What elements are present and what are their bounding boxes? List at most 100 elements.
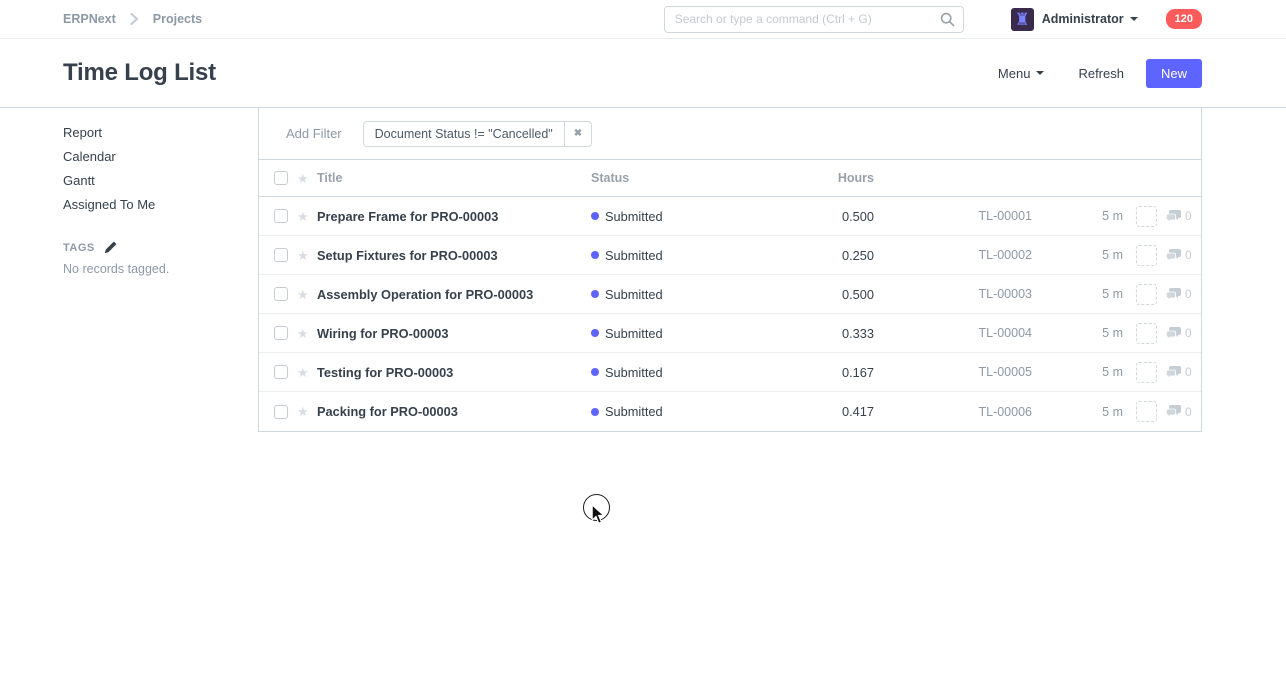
breadcrumb-projects[interactable]: Projects <box>153 12 202 26</box>
row-checkbox[interactable] <box>274 405 288 419</box>
column-header-hours: Hours <box>741 171 874 185</box>
pencil-icon[interactable] <box>104 241 117 254</box>
star-icon: ★ <box>297 172 311 185</box>
row-title[interactable]: Setup Fixtures for PRO-00003 <box>317 248 591 263</box>
page-actions: Menu Refresh New <box>998 59 1202 88</box>
star-icon[interactable]: ★ <box>297 210 311 223</box>
row-checkbox[interactable] <box>274 365 288 379</box>
comment-icon <box>1166 366 1181 379</box>
row-title[interactable]: Packing for PRO-00003 <box>317 404 591 419</box>
assign-placeholder <box>1136 362 1157 383</box>
new-button[interactable]: New <box>1146 59 1202 88</box>
status-dot-icon <box>591 212 599 220</box>
comment-icon <box>1166 327 1181 340</box>
filter-remove-icon[interactable]: ✖ <box>564 122 591 146</box>
row-modified: 5 m <box>1032 365 1123 379</box>
table-row[interactable]: ★ Prepare Frame for PRO-00003 Submitted … <box>259 197 1201 236</box>
row-title[interactable]: Prepare Frame for PRO-00003 <box>317 209 591 224</box>
status-dot-icon <box>591 290 599 298</box>
status-text: Submitted <box>605 248 663 263</box>
sidebar-items: Report Calendar Gantt Assigned To Me <box>63 122 233 215</box>
tags-label: TAGS <box>63 242 95 254</box>
row-status: Submitted <box>591 248 741 263</box>
comment-count-value: 0 <box>1185 365 1192 379</box>
comment-count: 0 <box>1166 405 1192 419</box>
row-id[interactable]: TL-00003 <box>874 287 1032 301</box>
row-id[interactable]: TL-00005 <box>874 365 1032 379</box>
row-checkbox[interactable] <box>274 287 288 301</box>
notification-badge[interactable]: 120 <box>1166 9 1202 29</box>
comment-count: 0 <box>1166 248 1192 262</box>
row-status: Submitted <box>591 404 741 419</box>
assign-placeholder <box>1136 323 1157 344</box>
table-row[interactable]: ★ Assembly Operation for PRO-00003 Submi… <box>259 275 1201 314</box>
row-title[interactable]: Wiring for PRO-00003 <box>317 326 591 341</box>
sidebar-item-calendar[interactable]: Calendar <box>63 146 233 167</box>
row-status: Submitted <box>591 326 741 341</box>
status-text: Submitted <box>605 326 663 341</box>
comment-count: 0 <box>1166 287 1192 301</box>
row-hours: 0.500 <box>741 209 874 224</box>
row-id[interactable]: TL-00001 <box>874 209 1032 223</box>
tags-section: TAGS No records tagged. <box>63 241 233 276</box>
list-rows: ★ Prepare Frame for PRO-00003 Submitted … <box>259 197 1201 431</box>
status-text: Submitted <box>605 287 663 302</box>
search-input[interactable] <box>664 6 964 33</box>
menu-button-label: Menu <box>998 66 1031 81</box>
row-modified: 5 m <box>1032 248 1123 262</box>
row-id[interactable]: TL-00004 <box>874 326 1032 340</box>
table-row[interactable]: ★ Setup Fixtures for PRO-00003 Submitted… <box>259 236 1201 275</box>
row-title[interactable]: Assembly Operation for PRO-00003 <box>317 287 591 302</box>
row-id[interactable]: TL-00006 <box>874 405 1032 419</box>
row-hours: 0.167 <box>741 365 874 380</box>
row-id[interactable]: TL-00002 <box>874 248 1032 262</box>
filter-label[interactable]: Document Status != "Cancelled" <box>364 122 564 146</box>
sidebar-item-gantt[interactable]: Gantt <box>63 170 233 191</box>
star-icon[interactable]: ★ <box>297 405 311 418</box>
comment-count: 0 <box>1166 326 1192 340</box>
comment-icon <box>1166 210 1181 223</box>
row-modified: 5 m <box>1032 326 1123 340</box>
star-icon[interactable]: ★ <box>297 327 311 340</box>
star-icon[interactable]: ★ <box>297 288 311 301</box>
row-hours: 0.417 <box>741 404 874 419</box>
sidebar-item-report[interactable]: Report <box>63 122 233 143</box>
status-text: Submitted <box>605 209 663 224</box>
row-checkbox[interactable] <box>274 326 288 340</box>
table-row[interactable]: ★ Testing for PRO-00003 Submitted 0.167 … <box>259 353 1201 392</box>
sidebar-item-assigned-to-me[interactable]: Assigned To Me <box>63 194 233 215</box>
star-icon[interactable]: ★ <box>297 249 311 262</box>
chevron-down-icon <box>1130 17 1138 21</box>
row-modified: 5 m <box>1032 405 1123 419</box>
comment-icon <box>1166 288 1181 301</box>
menu-button[interactable]: Menu <box>998 66 1045 81</box>
mouse-cursor-icon <box>591 504 606 530</box>
chevron-down-icon <box>1036 71 1044 75</box>
assign-placeholder <box>1136 401 1157 422</box>
row-checkbox[interactable] <box>274 209 288 223</box>
list-header-row: ★ Title Status Hours <box>259 160 1201 197</box>
comment-count-value: 0 <box>1185 209 1192 223</box>
row-hours: 0.333 <box>741 326 874 341</box>
select-all-checkbox[interactable] <box>274 171 288 185</box>
refresh-button[interactable]: Refresh <box>1070 60 1132 87</box>
search-icon[interactable] <box>940 12 955 32</box>
comment-count-value: 0 <box>1185 287 1192 301</box>
row-status: Submitted <box>591 209 741 224</box>
comment-count-value: 0 <box>1185 326 1192 340</box>
row-status: Submitted <box>591 365 741 380</box>
star-icon[interactable]: ★ <box>297 366 311 379</box>
user-menu[interactable]: ♜ Administrator <box>1011 8 1138 31</box>
add-filter-button[interactable]: Add Filter <box>286 126 342 141</box>
table-row[interactable]: ★ Wiring for PRO-00003 Submitted 0.333 T… <box>259 314 1201 353</box>
row-checkbox[interactable] <box>274 248 288 262</box>
column-header-status: Status <box>591 171 741 185</box>
row-title[interactable]: Testing for PRO-00003 <box>317 365 591 380</box>
status-dot-icon <box>591 329 599 337</box>
table-row[interactable]: ★ Packing for PRO-00003 Submitted 0.417 … <box>259 392 1201 431</box>
comment-count-value: 0 <box>1185 248 1192 262</box>
status-text: Submitted <box>605 404 663 419</box>
assign-placeholder <box>1136 284 1157 305</box>
status-dot-icon <box>591 251 599 259</box>
brand-erpnext[interactable]: ERPNext <box>63 12 116 26</box>
